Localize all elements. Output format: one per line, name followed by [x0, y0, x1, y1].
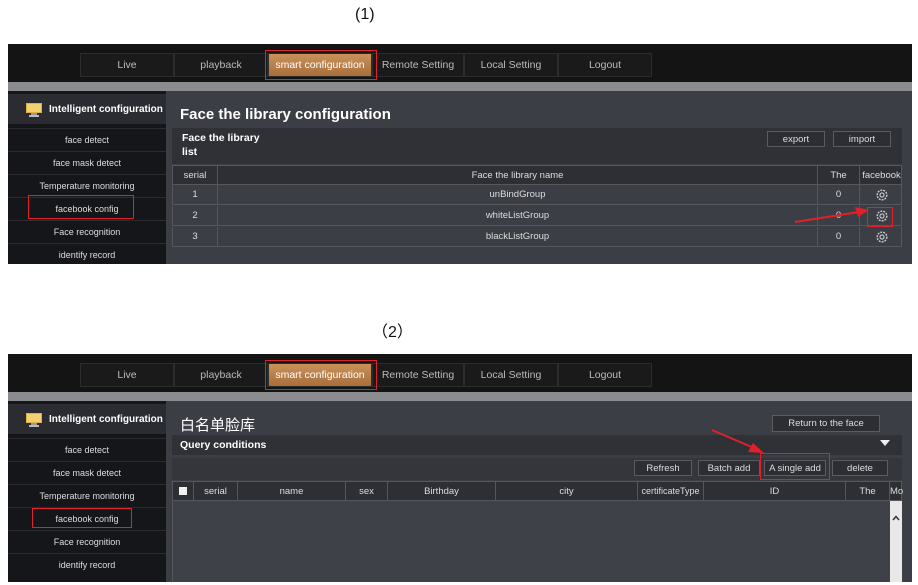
list-title-2: list — [182, 146, 198, 158]
chevron-up-icon[interactable] — [892, 515, 900, 521]
monitor-icon — [25, 412, 43, 427]
menu-logout[interactable]: Logout — [558, 363, 652, 387]
divider-bar — [8, 82, 912, 91]
highlight-smart-config — [265, 360, 377, 390]
sidebar-item-face-detect[interactable]: face detect — [8, 438, 166, 460]
col-name: name — [237, 482, 345, 500]
sidebar-header: Intelligent configuration — [8, 404, 166, 434]
sidebar-item-face-detect[interactable]: face detect — [8, 128, 166, 150]
cell-serial: 2 — [192, 210, 198, 221]
sidebar: Intelligent configuration face detect fa… — [8, 401, 166, 582]
query-conditions-label: Query conditions — [180, 439, 267, 451]
table-row[interactable]: 3 blackListGroup 0 — [172, 227, 902, 247]
sidebar-title: Intelligent configuration — [49, 103, 163, 115]
sidebar-title: Intelligent configuration — [49, 413, 163, 425]
col-serial: serial — [183, 169, 207, 181]
sidebar-item-temperature-monitoring[interactable]: Temperature monitoring — [8, 174, 166, 196]
col-serial: serial — [193, 482, 237, 500]
refresh-button[interactable]: Refresh — [634, 460, 692, 476]
menu-local-setting[interactable]: Local Setting — [464, 53, 558, 77]
monitor-icon — [25, 102, 43, 117]
page-title: Face the library configuration — [180, 106, 391, 123]
col-count: The — [817, 166, 859, 184]
cell-count: 0 — [817, 185, 859, 204]
caption-2: （2） — [372, 324, 413, 341]
menu-playback[interactable]: playback — [174, 53, 268, 77]
cell-name: whiteListGroup — [217, 206, 817, 225]
face-table-header: serial name sex Birthday city certificat… — [172, 481, 903, 501]
menu-live[interactable]: Live — [80, 53, 174, 77]
sidebar-item-face-recognition[interactable]: Face recognition — [8, 530, 166, 552]
col-certificate-type: certificateType — [637, 482, 703, 500]
cell-action — [859, 227, 903, 246]
sidebar-item-face-mask-detect[interactable]: face mask detect — [8, 151, 166, 173]
chevron-down-icon[interactable] — [879, 438, 891, 448]
library-table-header: serial Face the library name The faceboo… — [172, 165, 902, 185]
query-conditions-bar[interactable] — [172, 435, 902, 455]
cell-name: blackListGroup — [217, 227, 817, 246]
col-birthday: Birthday — [387, 482, 495, 500]
col-facebook: facebook — [859, 166, 903, 184]
divider-bar — [8, 392, 912, 401]
screenshot-panel-1: Live playback smart configuration Remote… — [8, 44, 912, 264]
sidebar-item-face-mask-detect[interactable]: face mask detect — [8, 461, 166, 483]
menu-live[interactable]: Live — [80, 363, 174, 387]
highlight-single-add — [760, 453, 830, 480]
top-nav-bar: Live playback smart configuration Remote… — [8, 44, 912, 82]
pointer-arrow-icon — [794, 207, 869, 223]
return-to-face-button[interactable]: Return to the face — [772, 415, 880, 432]
top-nav-bar: Live playback smart configuration Remote… — [8, 354, 912, 392]
gear-icon[interactable] — [875, 230, 889, 244]
pointer-arrow-icon — [711, 429, 764, 453]
cell-serial: 1 — [192, 189, 198, 200]
col-id: ID — [703, 482, 845, 500]
menu-logout[interactable]: Logout — [558, 53, 652, 77]
delete-button[interactable]: delete — [832, 460, 888, 476]
gear-icon[interactable] — [875, 188, 889, 202]
import-button[interactable]: import — [833, 131, 891, 147]
sidebar-item-temperature-monitoring[interactable]: Temperature monitoring — [8, 484, 166, 506]
table-row[interactable]: 1 unBindGroup 0 — [172, 185, 902, 205]
page-title: 白名单脸库 — [180, 416, 256, 434]
face-table-body — [172, 501, 891, 582]
col-more: Mo — [889, 482, 903, 500]
sidebar-header: Intelligent configuration — [8, 94, 166, 124]
highlight-smart-config — [265, 50, 377, 80]
list-title-1: Face the library — [182, 132, 260, 144]
col-city: city — [495, 482, 637, 500]
col-sex: sex — [345, 482, 387, 500]
cell-name: unBindGroup — [217, 185, 817, 204]
select-all-checkbox[interactable] — [173, 482, 193, 500]
highlight-facebook-config — [28, 195, 134, 219]
vertical-scrollbar[interactable] — [890, 501, 902, 582]
highlight-facebook-config — [32, 508, 132, 528]
cell-count: 0 — [817, 227, 859, 246]
cell-serial: 3 — [192, 231, 198, 242]
sidebar-item-face-recognition[interactable]: Face recognition — [8, 220, 166, 242]
caption-1: (1) — [355, 6, 375, 23]
col-library-name: Face the library name — [217, 166, 817, 184]
sidebar-item-identify-record[interactable]: identify record — [8, 553, 166, 575]
screenshot-panel-2: Live playback smart configuration Remote… — [8, 354, 912, 582]
cell-action — [859, 185, 903, 204]
col-count: The — [845, 482, 889, 500]
sidebar: Intelligent configuration face detect fa… — [8, 91, 166, 264]
export-button[interactable]: export — [767, 131, 825, 147]
menu-playback[interactable]: playback — [174, 363, 268, 387]
sidebar-item-identify-record[interactable]: identify record — [8, 243, 166, 264]
batch-add-button[interactable]: Batch add — [698, 460, 760, 476]
menu-remote-setting[interactable]: Remote Setting — [372, 363, 464, 387]
menu-local-setting[interactable]: Local Setting — [464, 363, 558, 387]
menu-remote-setting[interactable]: Remote Setting — [372, 53, 464, 77]
